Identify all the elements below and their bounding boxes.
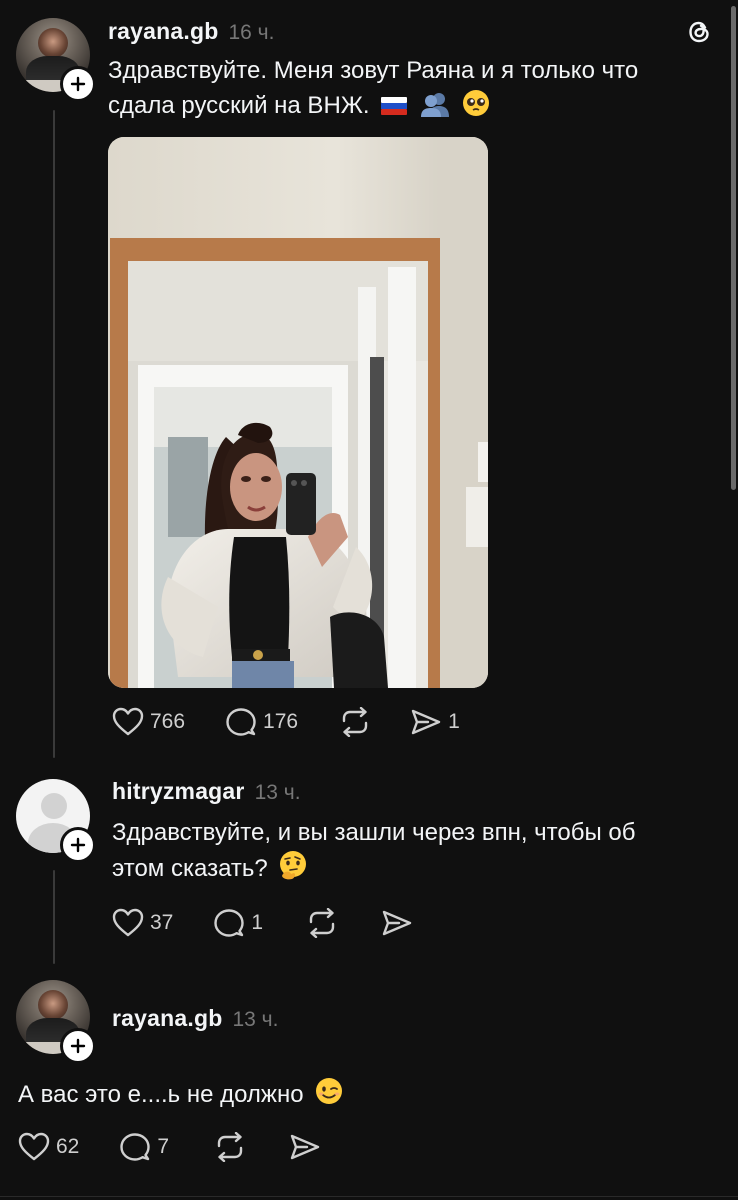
divider — [0, 1196, 738, 1197]
reply2-header: rayana.gb 13 ч. — [112, 1005, 278, 1032]
comment-button[interactable]: 1 — [213, 908, 263, 938]
comment-count: 7 — [157, 1135, 170, 1158]
repost-button[interactable] — [305, 908, 339, 938]
repost-icon — [342, 707, 368, 737]
winking-face-icon — [314, 1076, 344, 1116]
post-text-line-2: сдала русский на ВНЖ. — [108, 88, 698, 127]
heart-icon — [18, 1132, 50, 1161]
like-count: 62 — [56, 1135, 80, 1158]
share-button[interactable]: 1 — [410, 708, 460, 736]
post-text-line: сдала русский на ВНЖ. — [108, 92, 370, 119]
reply1-username[interactable]: hitryzmagar — [112, 778, 245, 805]
comment-icon — [120, 1133, 151, 1161]
thread-line — [53, 870, 55, 964]
scrollbar[interactable] — [731, 6, 736, 490]
comment-button[interactable]: 7 — [119, 1132, 169, 1162]
heart-icon — [112, 908, 144, 937]
reply1-time: 13 ч. — [254, 781, 301, 804]
reply2-time: 13 ч. — [232, 1008, 279, 1031]
russian-flag-icon — [380, 92, 408, 127]
share-icon — [411, 709, 441, 735]
reply1-text: Здравствуйте, и вы зашли через впн, чтоб… — [112, 815, 722, 890]
reply2-username[interactable]: rayana.gb — [112, 1005, 222, 1032]
post-photo[interactable] — [108, 137, 488, 688]
like-button[interactable]: 37 — [112, 908, 173, 938]
thinking-face-icon — [278, 850, 308, 890]
repost-icon — [309, 908, 335, 938]
comment-button[interactable]: 176 — [225, 707, 298, 737]
share-button[interactable] — [289, 1133, 321, 1161]
reply2-text-row: А вас это е....ь не должно — [18, 1076, 718, 1116]
reply2-actions: 62 7 — [18, 1127, 321, 1167]
reply2-avatar[interactable] — [16, 980, 96, 1064]
reply1-text-line-2: этом сказать? — [112, 850, 722, 890]
post-username[interactable]: rayana.gb — [108, 18, 218, 45]
plus-icon — [70, 76, 86, 92]
pleading-face-icon — [462, 89, 490, 127]
plus-icon — [70, 1038, 86, 1054]
follow-button[interactable] — [60, 1028, 96, 1064]
follow-button[interactable] — [60, 827, 96, 863]
comment-icon — [226, 708, 256, 736]
comment-icon — [214, 909, 245, 937]
reply1-text-line: Здравствуйте, и вы зашли через впн, чтоб… — [112, 819, 636, 846]
post-text-line: Здравствуйте. Меня зовут Раяна и я тольк… — [108, 57, 639, 84]
share-count: 1 — [448, 710, 460, 733]
reply1-avatar[interactable] — [16, 779, 96, 863]
threads-logo-icon[interactable] — [685, 18, 713, 46]
thread-line — [53, 110, 55, 758]
like-count: 37 — [150, 911, 174, 934]
post-header: rayana.gb 16 ч. — [108, 18, 274, 45]
busts-in-silhouette-icon — [419, 91, 451, 127]
share-button[interactable] — [381, 909, 413, 937]
repost-button[interactable] — [338, 707, 372, 737]
comment-count: 1 — [251, 911, 264, 934]
plus-icon — [70, 837, 86, 853]
post-text: Здравствуйте. Меня зовут Раяна и я тольк… — [108, 53, 698, 127]
reply2-text: А вас это е....ь не должно — [18, 1081, 304, 1108]
share-icon — [382, 910, 412, 936]
post-avatar[interactable] — [16, 18, 96, 102]
post-time: 16 ч. — [228, 21, 275, 44]
reply1-text-line: этом сказать? — [112, 855, 268, 882]
mirror-selfie-image — [108, 137, 488, 688]
repost-icon — [217, 1132, 243, 1162]
repost-button[interactable] — [213, 1132, 247, 1162]
post-actions: 766 176 1 — [112, 702, 460, 742]
comment-count: 176 — [263, 710, 299, 733]
like-button[interactable]: 62 — [18, 1132, 79, 1162]
reply1-header: hitryzmagar 13 ч. — [112, 778, 301, 805]
heart-icon — [112, 707, 144, 736]
like-count: 766 — [150, 710, 186, 733]
reply1-actions: 37 1 — [112, 903, 413, 943]
share-icon — [290, 1134, 320, 1160]
like-button[interactable]: 766 — [112, 707, 185, 737]
follow-button[interactable] — [60, 66, 96, 102]
